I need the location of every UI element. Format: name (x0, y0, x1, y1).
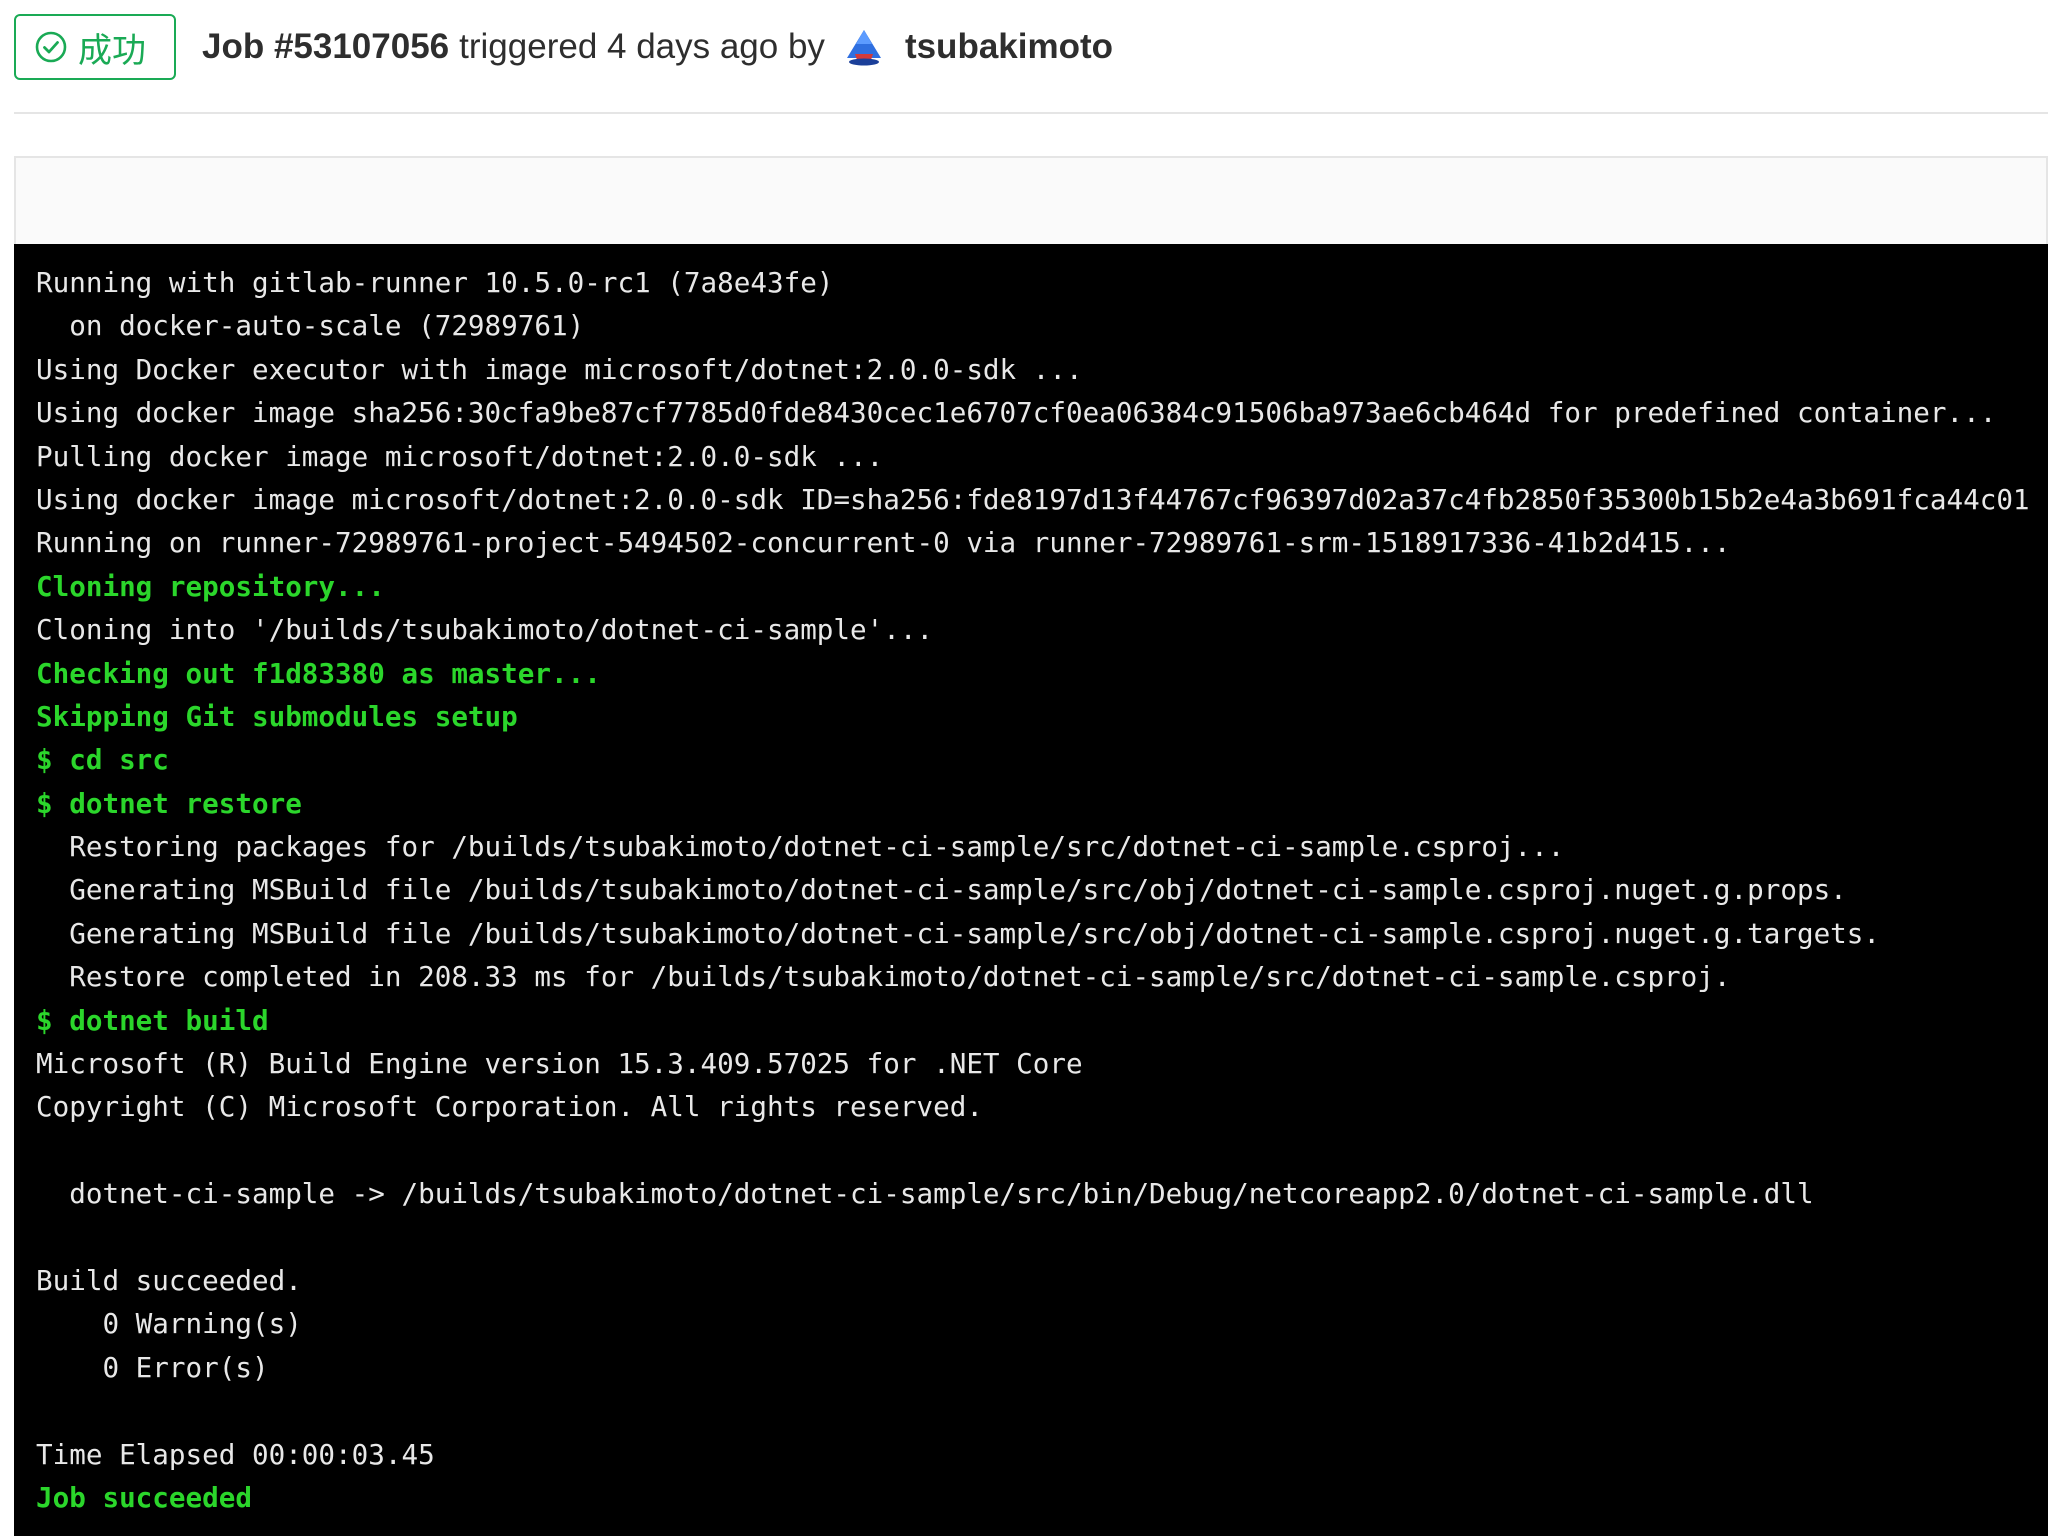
user-name-link[interactable]: tsubakimoto (905, 27, 1113, 67)
log-line: Time Elapsed 00:00:03.45 (36, 1437, 435, 1471)
job-title: Job #53107056 (202, 27, 450, 66)
header-divider (14, 112, 2048, 114)
job-summary: Job #53107056 triggered 4 days ago by ts… (202, 27, 1113, 67)
log-line: $ cd src (36, 743, 169, 777)
log-line: $ dotnet build (36, 1003, 269, 1037)
log-line: dotnet-ci-sample -> /builds/tsubakimoto/… (36, 1177, 1814, 1211)
user-avatar-icon[interactable] (841, 27, 887, 67)
log-line: 0 Error(s) (36, 1350, 269, 1384)
build-log[interactable]: Running with gitlab-runner 10.5.0-rc1 (7… (14, 244, 2048, 1536)
log-line: Job succeeded (36, 1480, 252, 1514)
log-line: Cloning repository... (36, 569, 385, 603)
log-line: Microsoft (R) Build Engine version 15.3.… (36, 1047, 1083, 1081)
log-line: Restoring packages for /builds/tsubakimo… (36, 830, 1565, 864)
log-line: Skipping Git submodules setup (36, 699, 518, 733)
log-line: Using docker image microsoft/dotnet:2.0.… (36, 482, 2030, 516)
log-line: Build succeeded. (36, 1263, 302, 1297)
log-toolbar (14, 156, 2048, 244)
log-line: Using Docker executor with image microso… (36, 352, 1083, 386)
log-line: Running on runner-72989761-project-54945… (36, 526, 1731, 560)
log-line: Cloning into '/builds/tsubakimoto/dotnet… (36, 613, 934, 647)
job-header: 成功 Job #53107056 triggered 4 days ago by… (14, 12, 1113, 82)
log-line: 0 Warning(s) (36, 1307, 302, 1341)
log-lines: Running with gitlab-runner 10.5.0-rc1 (7… (36, 261, 2030, 1519)
log-line: Restore completed in 208.33 ms for /buil… (36, 960, 1731, 994)
log-line (36, 1216, 2030, 1259)
log-line: on docker-auto-scale (72989761) (36, 309, 585, 343)
log-line: Generating MSBuild file /builds/tsubakim… (36, 873, 1847, 907)
log-line (36, 1389, 2030, 1432)
log-line: Running with gitlab-runner 10.5.0-rc1 (7… (36, 266, 834, 299)
status-badge[interactable]: 成功 (14, 14, 176, 80)
check-circle-icon (35, 31, 67, 63)
log-line: Using docker image sha256:30cfa9be87cf77… (36, 396, 1997, 430)
log-line: Checking out f1d83380 as master... (36, 656, 601, 690)
log-line: Generating MSBuild file /builds/tsubakim… (36, 916, 1881, 950)
log-line: Copyright (C) Microsoft Corporation. All… (36, 1090, 983, 1124)
log-line: Pulling docker image microsoft/dotnet:2.… (36, 439, 884, 473)
log-line (36, 1129, 2030, 1172)
triggered-text: triggered 4 days ago by (459, 27, 825, 66)
log-line: $ dotnet restore (36, 786, 302, 820)
status-label: 成功 (78, 31, 146, 70)
